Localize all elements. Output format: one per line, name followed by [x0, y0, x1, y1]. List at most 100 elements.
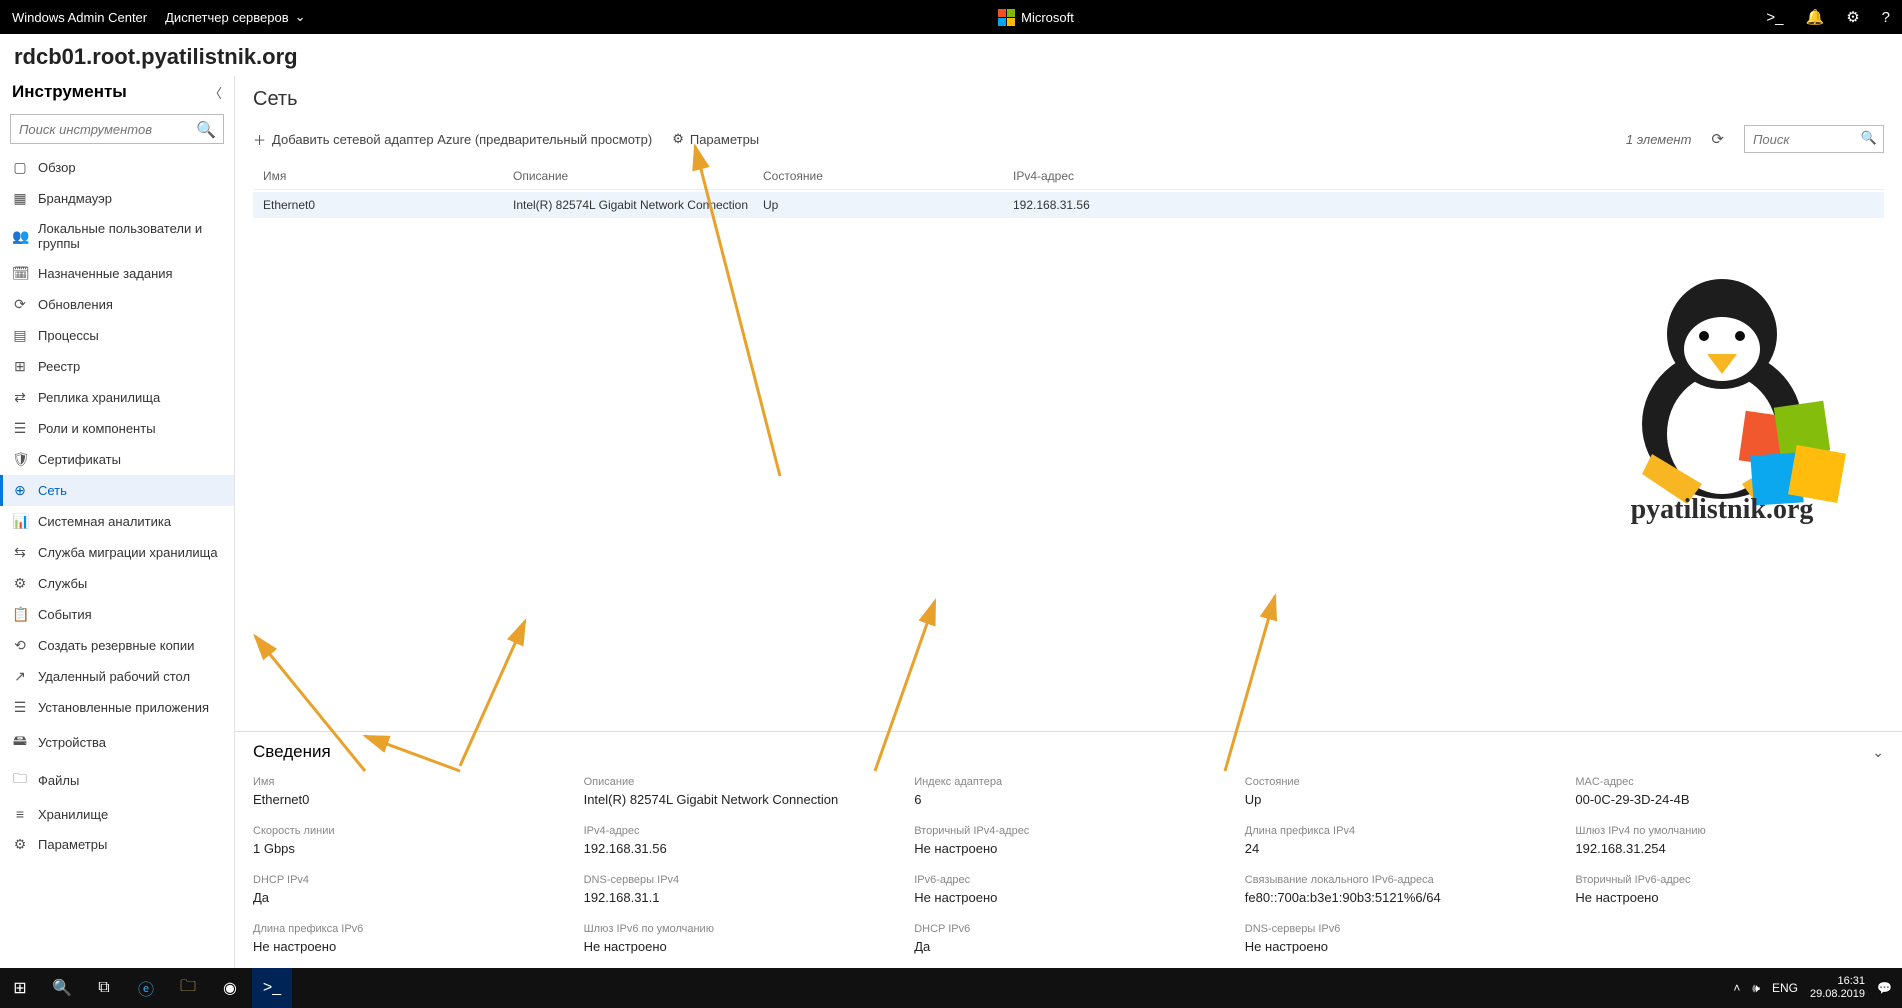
sidebar-search: 🔍 — [10, 114, 224, 144]
sidebar-search-input[interactable] — [10, 114, 224, 144]
network-tray-icon[interactable]: 🕪 — [1752, 981, 1760, 996]
context-dropdown[interactable]: Диспетчер серверов ⌄ — [165, 9, 305, 25]
detail-field-13: Связывание локального IPv6-адресаfe80::7… — [1245, 874, 1554, 905]
sidebar-item-11[interactable]: 📊Системная аналитика — [0, 506, 234, 537]
microsoft-logo-icon — [998, 9, 1015, 26]
detail-label: IPv4-адрес — [584, 825, 893, 837]
sidebar-item-12[interactable]: ⇆Служба миграции хранилища — [0, 537, 234, 568]
table-row[interactable]: Ethernet0 Intel(R) 82574L Gigabit Networ… — [253, 192, 1884, 218]
detail-field-14: Вторичный IPv6-адресНе настроено — [1575, 874, 1884, 905]
sidebar-item-label: Сертификаты — [38, 452, 121, 467]
detail-label: IPv6-адрес — [914, 874, 1223, 886]
sidebar-item-19[interactable]: 🗀Файлы — [0, 761, 234, 799]
detail-value: Не настроено — [1245, 939, 1554, 954]
sidebar-item-7[interactable]: ⇄Реплика хранилища — [0, 382, 234, 413]
sidebar-item-6[interactable]: ⊞Реестр — [0, 351, 234, 382]
add-azure-adapter-button[interactable]: ＋ Добавить сетевой адаптер Azure (предва… — [253, 130, 652, 149]
sidebar-item-0[interactable]: ▢Обзор — [0, 152, 234, 183]
sidebar-item-21[interactable]: ⚙Параметры — [0, 829, 234, 860]
sidebar-item-5[interactable]: ▤Процессы — [0, 320, 234, 351]
sidebar-item-4[interactable]: ⟳Обновления — [0, 289, 234, 320]
col-name: Имя — [263, 169, 513, 183]
sidebar-item-13[interactable]: ⚙Службы — [0, 568, 234, 599]
sidebar-item-label: Реестр — [38, 359, 80, 374]
sidebar-item-label: Процессы — [38, 328, 99, 343]
topbar: Windows Admin Center Диспетчер серверов … — [0, 0, 1902, 34]
clock[interactable]: 16:31 29.08.2019 — [1810, 975, 1865, 1001]
detail-field-9: Шлюз IPv4 по умолчанию192.168.31.254 — [1575, 825, 1884, 856]
details-collapse-icon[interactable]: ⌄ — [1872, 744, 1884, 761]
sidebar-item-18[interactable]: 🖴Устройства — [0, 723, 234, 761]
sidebar-item-label: Назначенные задания — [38, 266, 173, 281]
detail-value: 00-0C-29-3D-24-4B — [1575, 792, 1884, 807]
chrome-icon[interactable]: ◉ — [210, 968, 250, 1008]
sidebar-item-label: Служба миграции хранилища — [38, 545, 218, 560]
detail-label: Скорость линии — [253, 825, 562, 837]
settings-icon[interactable]: ⚙ — [1846, 8, 1859, 26]
sidebar-item-label: Брандмауэр — [38, 191, 112, 206]
sidebar-item-15[interactable]: ⟲ Создать резервные копии — [0, 630, 234, 661]
sidebar-item-icon: ⊕ — [12, 482, 28, 499]
sidebar-item-icon: 📋 — [12, 606, 28, 623]
tray-expand-icon[interactable]: ˄ — [1733, 981, 1740, 995]
refresh-button[interactable]: ⟳ — [1711, 130, 1724, 148]
sidebar-item-icon: ⟲ — [12, 637, 28, 654]
toolbar: ＋ Добавить сетевой адаптер Azure (предва… — [253, 125, 1884, 153]
sidebar-item-20[interactable]: ≡Хранилище — [0, 799, 234, 829]
sidebar-item-9[interactable]: 🛡 Сертификаты — [0, 444, 234, 475]
detail-field-17: DHCP IPv6Да — [914, 923, 1223, 954]
sidebar-item-label: Сеть — [38, 483, 67, 498]
detail-value: 192.168.31.56 — [584, 841, 893, 856]
sidebar-item-label: Создать резервные копии — [38, 638, 194, 653]
sidebar-item-icon: 🛡 — [12, 451, 28, 468]
app-name[interactable]: Windows Admin Center — [12, 10, 147, 25]
help-icon[interactable]: ? — [1882, 9, 1890, 26]
detail-value: 1 Gbps — [253, 841, 562, 856]
start-button[interactable]: ⊞ — [0, 968, 40, 1008]
detail-label: Связывание локального IPv6-адреса — [1245, 874, 1554, 886]
action-center-icon[interactable]: 💬 — [1877, 981, 1892, 995]
sidebar-item-8[interactable]: ☰Роли и компоненты — [0, 413, 234, 444]
notifications-icon[interactable]: 🔔 — [1806, 8, 1825, 26]
sidebar-item-16[interactable]: ↗ Удаленный рабочий стол — [0, 661, 234, 692]
detail-value: 6 — [914, 792, 1223, 807]
search-taskbar-icon[interactable]: 🔍 — [42, 968, 82, 1008]
sidebar-item-label: Удаленный рабочий стол — [38, 669, 190, 684]
ie-icon[interactable]: ⓔ — [126, 968, 166, 1008]
powershell-taskbar-icon[interactable]: >_ — [252, 968, 292, 1008]
clock-date: 29.08.2019 — [1810, 988, 1865, 1001]
powershell-icon[interactable]: >_ — [1766, 9, 1783, 26]
settings-button[interactable]: ⚙ Параметры — [672, 131, 759, 147]
gear-icon: ⚙ — [672, 131, 684, 147]
task-view-icon[interactable]: ⧉ — [84, 968, 124, 1008]
cell-state: Up — [763, 198, 1013, 212]
detail-field-0: ИмяEthernet0 — [253, 776, 562, 807]
detail-label: Состояние — [1245, 776, 1554, 788]
detail-label: MAC-адрес — [1575, 776, 1884, 788]
sidebar-item-icon: ↗ — [12, 668, 28, 685]
detail-value: Intel(R) 82574L Gigabit Network Connecti… — [584, 792, 893, 807]
detail-value: Да — [253, 890, 562, 905]
sidebar-item-icon: ⟳ — [12, 296, 28, 313]
sidebar-item-17[interactable]: ☰Установленные приложения — [0, 692, 234, 723]
detail-value: Up — [1245, 792, 1554, 807]
detail-field-10: DHCP IPv4Да — [253, 874, 562, 905]
sidebar-item-label: Хранилище — [38, 807, 108, 822]
detail-field-4: MAC-адрес 00-0C-29-3D-24-4B — [1575, 776, 1884, 807]
sidebar-item-label: Установленные приложения — [38, 700, 209, 715]
sidebar-collapse-icon[interactable]: 〈 — [209, 83, 222, 102]
explorer-icon[interactable]: 🗀 — [168, 968, 208, 1008]
sidebar-item-icon: 🗀 — [12, 768, 28, 792]
sidebar-item-2[interactable]: 👥Локальные пользователи и группы — [0, 214, 234, 258]
detail-value: Ethernet0 — [253, 792, 562, 807]
brand-center: Microsoft — [306, 9, 1767, 26]
sidebar-item-10[interactable]: ⊕ Сеть — [0, 475, 234, 506]
detail-value: Не настроено — [914, 841, 1223, 856]
sidebar-item-14[interactable]: 📋События — [0, 599, 234, 630]
lang-indicator[interactable]: ENG — [1772, 981, 1798, 995]
chevron-down-icon: ⌄ — [295, 9, 306, 25]
sidebar-item-3[interactable]: 🗓Назначенные задания — [0, 258, 234, 289]
sidebar-item-label: Обзор — [38, 160, 76, 175]
detail-field-12: IPv6-адресНе настроено — [914, 874, 1223, 905]
sidebar-item-1[interactable]: ▦Брандмауэр — [0, 183, 234, 214]
